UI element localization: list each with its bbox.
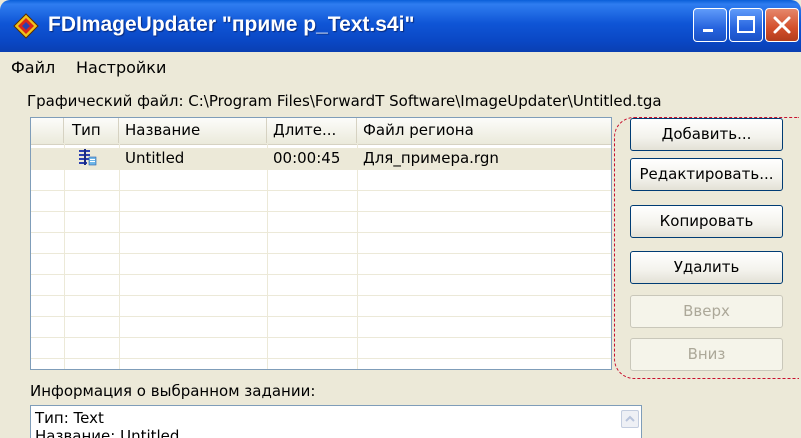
row-name: Untitled xyxy=(125,149,185,167)
grid-line xyxy=(31,337,611,338)
chevron-up-icon xyxy=(625,415,635,422)
minimize-icon xyxy=(703,29,713,32)
row-type-cell xyxy=(77,148,107,169)
column-header-region-file[interactable]: Файл региона xyxy=(357,118,611,143)
move-up-button[interactable]: Вверх xyxy=(630,295,783,328)
title-bar[interactable]: FDImageUpdater "приме р_Text.s4i" xyxy=(0,0,801,52)
grid-line xyxy=(31,295,611,296)
row-region-file: Для_примера.rgn xyxy=(363,149,499,167)
task-info-box[interactable]: Тип: Text Название: Untitled xyxy=(30,405,642,438)
list-header: Тип Название Длите... Файл региона xyxy=(31,118,611,145)
grid-line xyxy=(267,144,268,369)
grid-line xyxy=(31,274,611,275)
minimize-button[interactable] xyxy=(693,8,727,42)
grid-line xyxy=(31,190,611,191)
copy-button[interactable]: Копировать xyxy=(630,205,783,238)
window-title: FDImageUpdater "приме р_Text.s4i" xyxy=(48,13,415,36)
column-header-type[interactable]: Тип xyxy=(64,118,119,143)
maximize-button[interactable] xyxy=(729,8,763,42)
menu-file[interactable]: Файл xyxy=(11,58,55,77)
delete-button[interactable]: Удалить xyxy=(630,251,783,284)
row-duration: 00:00:45 xyxy=(273,149,341,167)
add-button[interactable]: Добавить... xyxy=(630,118,783,151)
edit-button[interactable]: Редактировать... xyxy=(630,158,783,191)
menu-bar: Файл Настройки xyxy=(0,52,801,84)
column-header-name[interactable]: Название xyxy=(119,118,267,143)
app-window: FDImageUpdater "приме р_Text.s4i" Файл Н… xyxy=(0,0,801,438)
grid-line xyxy=(31,211,611,212)
grid-line xyxy=(31,169,611,170)
close-button[interactable] xyxy=(765,8,799,42)
close-icon xyxy=(773,16,791,34)
grid-line xyxy=(119,144,120,369)
column-header-blank[interactable] xyxy=(31,118,64,143)
info-label: Информация о выбранном задании: xyxy=(30,382,316,400)
info-type-line: Тип: Text xyxy=(35,409,104,427)
grid-line xyxy=(64,144,65,369)
table-row[interactable]: Untitled 00:00:45 Для_примера.rgn xyxy=(31,148,611,169)
task-list[interactable]: Тип Название Длите... Файл региона Untit… xyxy=(30,117,612,370)
scroll-up-button[interactable] xyxy=(621,410,639,428)
app-icon xyxy=(13,13,39,39)
column-header-duration[interactable]: Длите... xyxy=(267,118,357,143)
info-name-line: Название: Untitled xyxy=(35,427,180,438)
menu-settings[interactable]: Настройки xyxy=(76,58,166,77)
grid-line xyxy=(31,253,611,254)
text-task-icon xyxy=(79,149,97,166)
grid-line xyxy=(357,144,358,369)
graphic-file-path: Графический файл: C:\Program Files\Forwa… xyxy=(27,92,662,110)
move-down-button[interactable]: Вниз xyxy=(630,338,783,371)
grid-line xyxy=(31,316,611,317)
grid-line xyxy=(31,358,611,359)
grid-line xyxy=(31,232,611,233)
maximize-icon xyxy=(737,16,755,33)
